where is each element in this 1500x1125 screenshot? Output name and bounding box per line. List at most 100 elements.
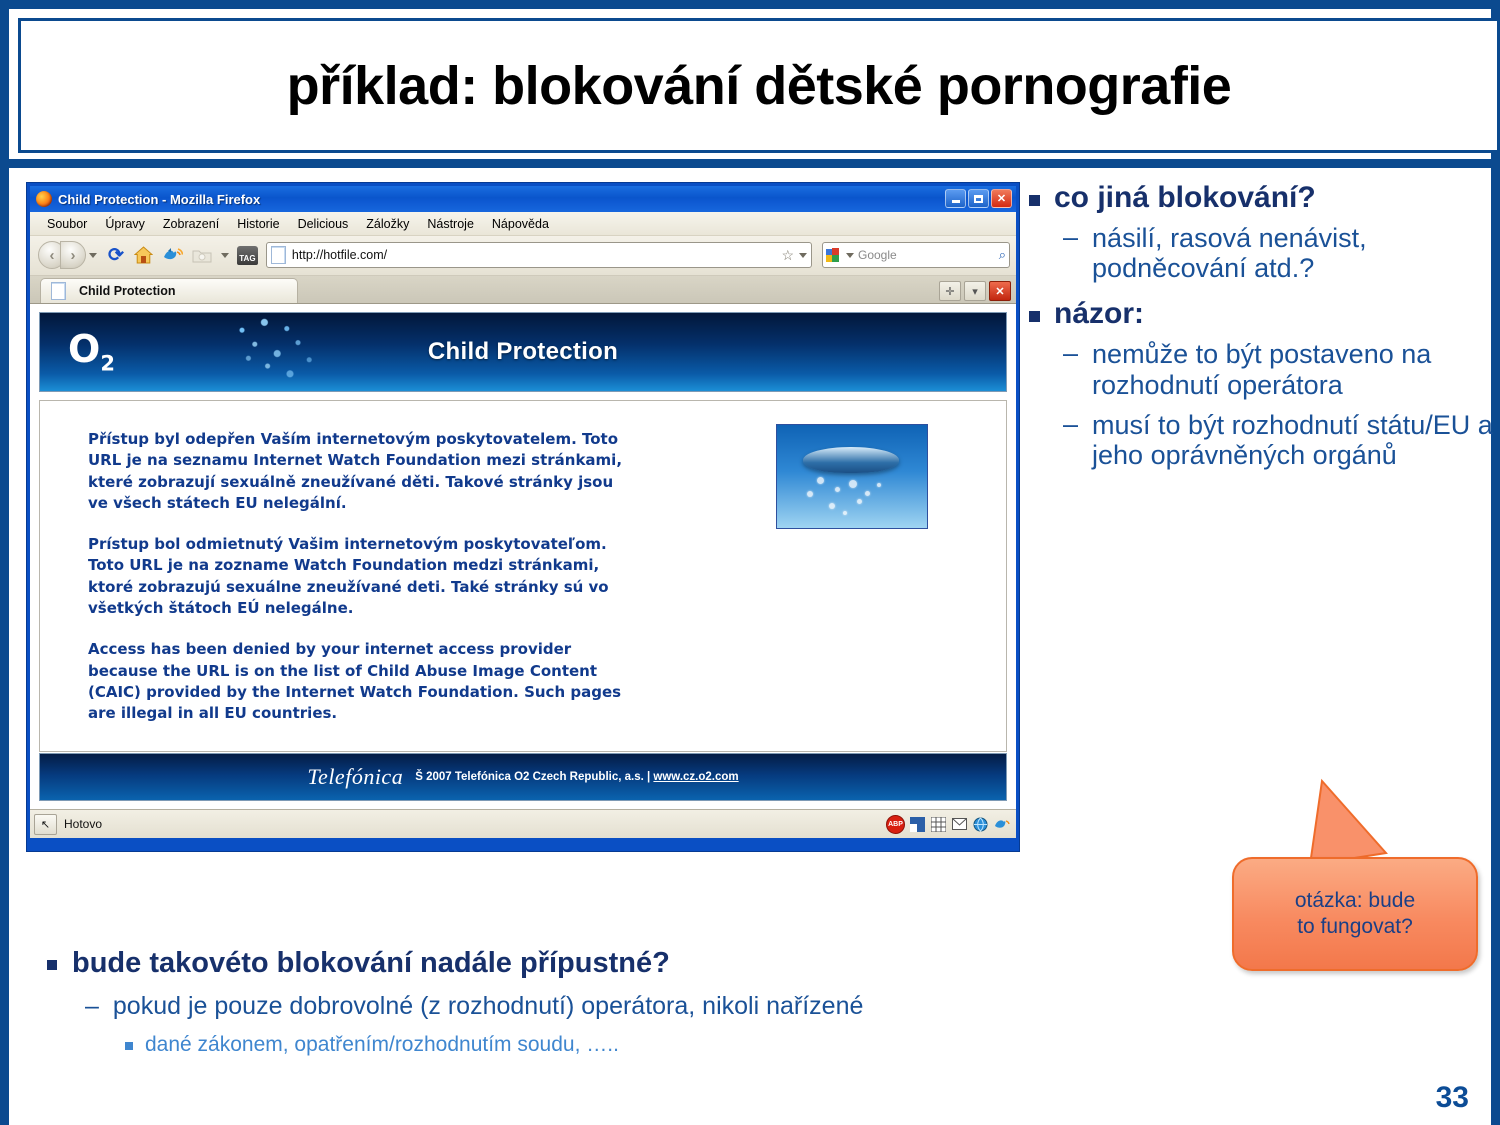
bullet-label: bude takovéto blokování nadále přípustné…	[72, 947, 670, 979]
page-number: 33	[1435, 1081, 1469, 1114]
window-title: Child Protection - Mozilla Firefox	[58, 191, 261, 207]
status-bar: ↖ Hotovo ABP	[30, 809, 1016, 838]
status-text: Hotovo	[64, 817, 103, 831]
square-bullet-icon	[47, 960, 57, 970]
search-bar[interactable]: Google ⌕	[822, 242, 1010, 268]
banner-title: Child Protection	[427, 338, 619, 365]
grid-icon[interactable]	[930, 816, 947, 833]
menu-zalozky[interactable]: Záložky	[357, 216, 418, 232]
menu-upravy[interactable]: Úpravy	[96, 216, 154, 232]
status-icons: ABP	[886, 814, 1012, 834]
menu-napoveda[interactable]: Nápověda	[483, 216, 558, 232]
page-body: Přístup byl odepřen Vaším internetovým p…	[39, 400, 1007, 752]
sub-bullet-label: musí to být rozhodnutí státu/EU a jeho o…	[1092, 409, 1493, 471]
sub-bullet-nasili: – násilí, rasová nenávist, podněcování a…	[1063, 223, 1499, 283]
notice-czech: Přístup byl odepřen Vaším internetovým p…	[88, 430, 623, 512]
sub-bullet-nemuze-to-byt: – nemůže to být postaveno na rozhodnutí …	[1063, 339, 1499, 399]
copyright-text: Š 2007 Telefónica O2 Czech Republic, a.s…	[415, 771, 739, 783]
tab-move-icon[interactable]: ✛	[939, 281, 961, 301]
tag-icon[interactable]: TAG	[236, 245, 258, 265]
navigation-toolbar: ‹ › ⟳ TAG http://hotfile.com/ ☆ Google ⌕	[30, 235, 1016, 275]
adblock-icon[interactable]: ABP	[886, 814, 905, 834]
callout-tail	[1308, 778, 1388, 867]
tab-page-icon	[51, 282, 66, 300]
dash-bullet-icon: –	[85, 992, 99, 1020]
slide-title-box: příklad: blokování dětské pornografie	[18, 18, 1500, 153]
folder-icon[interactable]	[192, 247, 212, 264]
blocking-notice-text: Přístup byl odepřen Vaším internetovým p…	[88, 429, 628, 745]
telefonica-logo: Telefónica	[307, 764, 404, 789]
url-chevron-down-icon[interactable]	[799, 252, 807, 258]
menu-soubor[interactable]: Soubor	[38, 216, 96, 232]
bird-icon[interactable]	[163, 247, 183, 264]
bullet-co-jina-blokovani: co jiná blokování?	[1029, 181, 1499, 215]
back-forward-group: ‹ ›	[38, 241, 97, 269]
reload-icon[interactable]: ⟳	[108, 244, 124, 267]
callout-text: otázka: bude to fungovat?	[1295, 888, 1415, 939]
menu-zobrazeni[interactable]: Zobrazení	[154, 216, 228, 232]
sub-bullet-label: nemůže to být postaveno na rozhodnutí op…	[1092, 339, 1432, 400]
folder-chevron-down-icon[interactable]	[220, 252, 229, 258]
square-bullet-icon	[1029, 195, 1040, 206]
right-bullet-column: co jiná blokování? – násilí, rasová nená…	[1029, 181, 1499, 474]
dash-bullet-icon: –	[1063, 408, 1079, 439]
water-splash-image	[776, 424, 928, 529]
sub-sub-bullet-label: dané zákonem, opatřením/rozhodnutím soud…	[145, 1033, 619, 1056]
tab-close-icon[interactable]: ✕	[989, 281, 1011, 301]
browser-chrome: Soubor Úpravy Zobrazení Historie Delicio…	[30, 212, 1016, 838]
mail-icon[interactable]	[951, 816, 968, 833]
chevron-down-icon[interactable]	[89, 252, 97, 258]
google-icon	[826, 247, 841, 263]
tab-label: Child Protection	[79, 284, 176, 298]
page-icon	[270, 246, 286, 264]
firefox-window: Child Protection - Mozilla Firefox ✕ Sou…	[27, 183, 1019, 851]
home-icon[interactable]	[133, 246, 153, 264]
square-bullet-icon	[1029, 311, 1040, 323]
bookmark-star-icon[interactable]: ☆	[781, 247, 794, 264]
callout-line-2: to fungovat?	[1297, 915, 1413, 938]
bullet-bude-takoveto: bude takovéto blokování nadále přípustné…	[47, 947, 1387, 980]
globe-icon[interactable]	[972, 816, 989, 833]
slide-canvas: příklad: blokování dětské pornografie Ch…	[0, 0, 1500, 1125]
minimize-button[interactable]	[945, 189, 966, 208]
sub-bullet-label: pokud je pouze dobrovolné (z rozhodnutí)…	[112, 992, 864, 1020]
window-buttons: ✕	[945, 189, 1012, 208]
menu-bar: Soubor Úpravy Zobrazení Historie Delicio…	[30, 212, 1016, 235]
o2-website-link[interactable]: www.cz.o2.com	[653, 771, 738, 783]
firefox-icon	[36, 191, 52, 207]
callout-line-1: otázka: bude	[1294, 889, 1416, 913]
close-button[interactable]: ✕	[991, 189, 1012, 208]
search-icon[interactable]: ⌕	[999, 247, 1006, 263]
forward-icon[interactable]: ›	[60, 241, 86, 269]
dash-bullet-icon: –	[1063, 222, 1079, 252]
title-divider	[9, 159, 1500, 168]
menu-nastroje[interactable]: Nástroje	[418, 216, 483, 232]
panel-icon[interactable]	[909, 816, 926, 833]
window-titlebar: Child Protection - Mozilla Firefox ✕	[30, 186, 1016, 212]
sub-bullet-pokud-je-pouze: – pokud je pouze dobrovolné (z rozhodnut…	[85, 992, 1387, 1021]
o2-footer: Telefónica Š 2007 Telefónica O2 Czech Re…	[39, 753, 1007, 801]
square-bullet-icon	[125, 1042, 133, 1050]
notice-english: Access has been denied by your internet …	[88, 640, 622, 723]
tab-child-protection[interactable]: Child Protection	[40, 278, 298, 303]
bird-status-icon[interactable]	[993, 816, 1010, 833]
o2-banner: O2 Child Protection	[39, 312, 1007, 392]
dash-bullet-icon: –	[1063, 338, 1079, 369]
tab-bar: Child Protection ✛ ▾ ✕	[30, 275, 1016, 303]
menu-historie[interactable]: Historie	[228, 216, 288, 232]
cursor-icon[interactable]: ↖	[34, 813, 57, 835]
bullet-label: názor:	[1054, 297, 1144, 331]
tab-list-chevron-down-icon[interactable]: ▾	[964, 281, 986, 301]
search-input[interactable]: Google	[854, 248, 999, 262]
url-bar[interactable]: http://hotfile.com/ ☆	[265, 242, 812, 268]
url-text[interactable]: http://hotfile.com/	[292, 248, 780, 262]
page-title: příklad: blokování dětské pornografie	[286, 55, 1232, 116]
page-viewport: O2 Child Protection Přístup byl odepřen …	[30, 303, 1016, 809]
bottom-bullet-block: bude takovéto blokování nadále přípustné…	[47, 947, 1387, 1057]
search-engine-chevron-icon[interactable]	[846, 252, 854, 258]
menu-delicious[interactable]: Delicious	[289, 216, 358, 232]
tab-controls: ✛ ▾ ✕	[939, 281, 1011, 301]
maximize-button[interactable]	[968, 189, 989, 208]
notice-slovak: Prístup bol odmietnutý Vašim internetový…	[88, 535, 609, 618]
sub-sub-bullet-dane-zakonem: dané zákonem, opatřením/rozhodnutím soud…	[125, 1033, 1387, 1057]
